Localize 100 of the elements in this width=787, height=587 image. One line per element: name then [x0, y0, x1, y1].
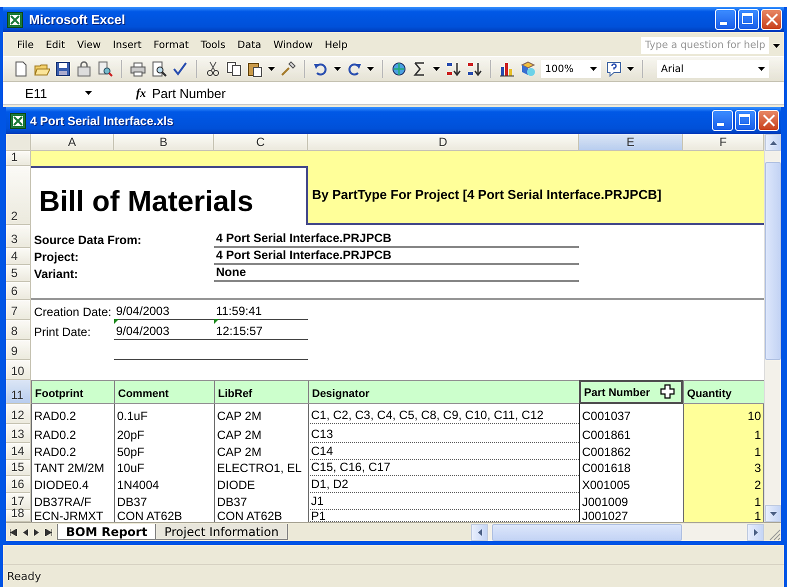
- font-combo[interactable]: Arial: [657, 60, 769, 78]
- table-cell: ELECTRO1, EL: [214, 460, 308, 476]
- print-preview-icon[interactable]: [151, 61, 167, 77]
- save-icon[interactable]: [55, 61, 71, 77]
- table-cell: 1: [683, 510, 764, 522]
- sort-ascending-icon[interactable]: [445, 61, 461, 77]
- minimize-button[interactable]: [712, 110, 733, 131]
- row-header[interactable]: 2: [6, 166, 31, 225]
- help-search-field[interactable]: Type a question for help: [641, 37, 769, 54]
- column-header[interactable]: E: [579, 134, 683, 151]
- table-cell: DB37: [214, 493, 308, 510]
- hyperlink-icon[interactable]: [391, 61, 407, 77]
- dropdown-arrow-icon[interactable]: [433, 67, 440, 71]
- column-header[interactable]: C: [214, 134, 308, 151]
- scroll-up-button[interactable]: [765, 134, 781, 151]
- menu-item[interactable]: Data: [231, 38, 268, 53]
- row-header[interactable]: 11: [6, 380, 31, 404]
- field-label: Variant:: [33, 266, 80, 282]
- report-subtitle: By PartType For Project [4 Port Serial Interface.PRJPCB]: [308, 166, 764, 225]
- formula-field[interactable]: Part Number: [152, 86, 784, 100]
- scroll-left-button[interactable]: [471, 524, 488, 540]
- table-cell: J1: [308, 493, 579, 510]
- close-button[interactable]: [758, 110, 779, 131]
- dropdown-arrow-icon[interactable]: [367, 67, 374, 71]
- column-heading: Designator: [308, 380, 579, 404]
- redo-icon[interactable]: [346, 61, 362, 77]
- table-cell: C15, C16, C17: [308, 460, 579, 476]
- column-header[interactable]: A: [31, 134, 114, 151]
- scroll-down-button[interactable]: [765, 505, 781, 522]
- drawing-icon[interactable]: [520, 61, 536, 77]
- help-icon[interactable]: [606, 61, 622, 77]
- row-header[interactable]: 12: [6, 404, 31, 424]
- row-header[interactable]: 7: [6, 300, 31, 320]
- cut-icon[interactable]: [205, 61, 221, 77]
- row-header[interactable]: 6: [6, 282, 31, 300]
- sheet-tab[interactable]: Project Information: [155, 524, 288, 540]
- zoom-combo[interactable]: 100%: [541, 60, 601, 78]
- dropdown-arrow-icon[interactable]: [590, 67, 597, 71]
- maximize-button[interactable]: [735, 110, 756, 131]
- research-icon[interactable]: [97, 61, 113, 77]
- dropdown-arrow-icon[interactable]: [758, 67, 765, 71]
- insert-function-button[interactable]: fx: [136, 86, 146, 100]
- row-header[interactable]: 5: [6, 265, 31, 282]
- row-header[interactable]: 15: [6, 460, 31, 476]
- menu-item[interactable]: Format: [148, 38, 195, 53]
- name-box[interactable]: E11: [3, 83, 118, 103]
- dropdown-arrow-icon[interactable]: [627, 67, 634, 71]
- previous-sheet-icon[interactable]: [23, 528, 28, 536]
- bar-chart-icon[interactable]: [499, 61, 515, 77]
- menu-item[interactable]: Window: [267, 38, 319, 53]
- row-header[interactable]: 8: [6, 320, 31, 340]
- column-heading: Comment: [114, 380, 214, 404]
- table-cell: 0.1uF: [114, 404, 214, 424]
- maximize-button[interactable]: [738, 9, 759, 30]
- column-header[interactable]: F: [683, 134, 764, 151]
- row-header[interactable]: 1: [6, 151, 31, 166]
- menu-item[interactable]: Edit: [40, 38, 72, 53]
- column-header[interactable]: D: [308, 134, 579, 151]
- scroll-thumb[interactable]: [765, 162, 781, 360]
- menu-item[interactable]: Tools: [194, 38, 232, 53]
- row-header[interactable]: 18: [6, 510, 31, 522]
- first-sheet-icon[interactable]: [10, 528, 17, 536]
- table-cell: 10uF: [114, 460, 214, 476]
- copy-icon[interactable]: [226, 61, 242, 77]
- next-sheet-icon[interactable]: [34, 528, 39, 536]
- dropdown-arrow-icon[interactable]: [268, 67, 275, 71]
- row-header[interactable]: 17: [6, 493, 31, 510]
- dropdown-arrow-icon[interactable]: [773, 44, 780, 48]
- row-header[interactable]: 14: [6, 443, 31, 460]
- close-button[interactable]: [761, 9, 782, 30]
- spelling-icon[interactable]: [172, 61, 188, 77]
- permission-icon[interactable]: [76, 61, 92, 77]
- menu-item[interactable]: File: [11, 38, 40, 53]
- sort-descending-icon[interactable]: [466, 61, 482, 77]
- row-header[interactable]: 9: [6, 340, 31, 360]
- row-header[interactable]: 16: [6, 476, 31, 493]
- column-heading[interactable]: Part Number: [579, 380, 683, 404]
- column-header[interactable]: B: [114, 134, 214, 151]
- print-icon[interactable]: [130, 61, 146, 77]
- window-title: 4 Port Serial Interface.xls: [30, 114, 174, 128]
- dropdown-arrow-icon[interactable]: [85, 91, 92, 95]
- scroll-thumb[interactable]: [492, 524, 682, 540]
- dropdown-arrow-icon[interactable]: [334, 67, 341, 71]
- row-header[interactable]: 13: [6, 424, 31, 443]
- undo-icon[interactable]: [313, 61, 329, 77]
- menu-item[interactable]: Help: [318, 38, 354, 53]
- row-header[interactable]: 4: [6, 248, 31, 265]
- table-cell: 1: [683, 424, 764, 443]
- scroll-right-button[interactable]: [747, 524, 764, 540]
- format-painter-icon[interactable]: [280, 61, 296, 77]
- row-header[interactable]: 3: [6, 225, 31, 248]
- last-sheet-icon[interactable]: [45, 528, 52, 536]
- column-heading: Footprint: [31, 380, 114, 404]
- new-document-icon[interactable]: [13, 61, 29, 77]
- minimize-button[interactable]: [715, 9, 736, 30]
- menu-item[interactable]: Insert: [106, 38, 148, 53]
- row-header[interactable]: 10: [6, 360, 31, 380]
- paste-icon[interactable]: [247, 61, 263, 77]
- sheet-tab[interactable]: BOM Report: [57, 524, 156, 540]
- menu-item[interactable]: View: [71, 38, 107, 53]
